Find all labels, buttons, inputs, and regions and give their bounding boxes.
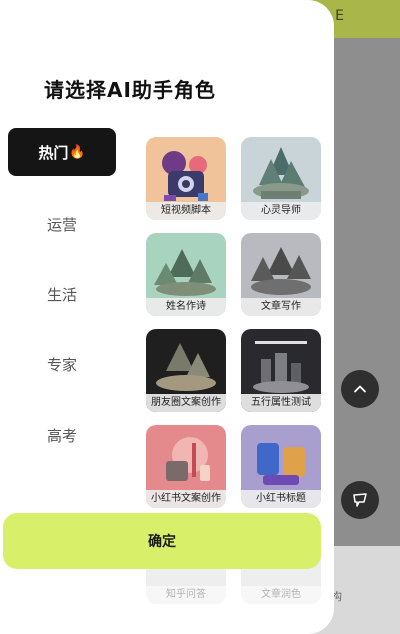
category-item-hot[interactable]: 热门 🔥 (8, 128, 116, 176)
card-label: 短视频脚本 (146, 202, 226, 220)
card-label: 文章写作 (241, 298, 321, 316)
chevron-up-icon (354, 385, 366, 393)
category-label: 运营 (46, 215, 77, 234)
scroll-up-button[interactable] (341, 370, 379, 408)
role-selection-drawer: 请选择AI助手角色 热门 🔥 运营 生活 专家 高考 短视频脚本 心灵导师 姓名… (0, 0, 334, 634)
category-item-expert[interactable]: 专家 (8, 340, 116, 388)
card-label: 小红书文案创作 (146, 490, 226, 508)
background-topbar-text: E (335, 8, 344, 24)
flame-icon: 🔥 (69, 144, 86, 160)
category-item-life[interactable]: 生活 (8, 270, 116, 318)
role-card-moments-copywriting[interactable]: 朋友圈文案创作 (146, 329, 226, 412)
category-label: 专家 (46, 355, 77, 374)
role-card-name-poem[interactable]: 姓名作诗 (146, 233, 226, 316)
card-label: 朋友圈文案创作 (146, 394, 226, 412)
confirm-button[interactable]: 确定 (3, 513, 321, 569)
card-label: 知乎问答 (146, 586, 226, 604)
card-label: 五行属性测试 (241, 394, 321, 412)
card-label: 小红书标题 (241, 490, 321, 508)
role-card-xiaohongshu-title[interactable]: 小红书标题 (241, 425, 321, 508)
category-label: 生活 (46, 285, 77, 304)
category-item-operations[interactable]: 运营 (8, 200, 116, 248)
chat-bubble-icon (353, 493, 367, 507)
category-label: 热门 (38, 143, 69, 162)
chat-button[interactable] (341, 481, 379, 519)
card-label: 姓名作诗 (146, 298, 226, 316)
category-label: 高考 (46, 426, 77, 445)
category-item-gaokao[interactable]: 高考 (8, 411, 116, 459)
role-card-article-writing[interactable]: 文章写作 (241, 233, 321, 316)
drawer-title: 请选择AI助手角色 (44, 78, 216, 102)
role-card-xiaohongshu-copywriting[interactable]: 小红书文案创作 (146, 425, 226, 508)
card-label: 文章润色 (241, 586, 321, 604)
role-card-mentor[interactable]: 心灵导师 (241, 137, 321, 220)
role-card-short-video-script[interactable]: 短视频脚本 (146, 137, 226, 220)
card-label: 心灵导师 (241, 202, 321, 220)
role-card-five-elements-test[interactable]: 五行属性测试 (241, 329, 321, 412)
